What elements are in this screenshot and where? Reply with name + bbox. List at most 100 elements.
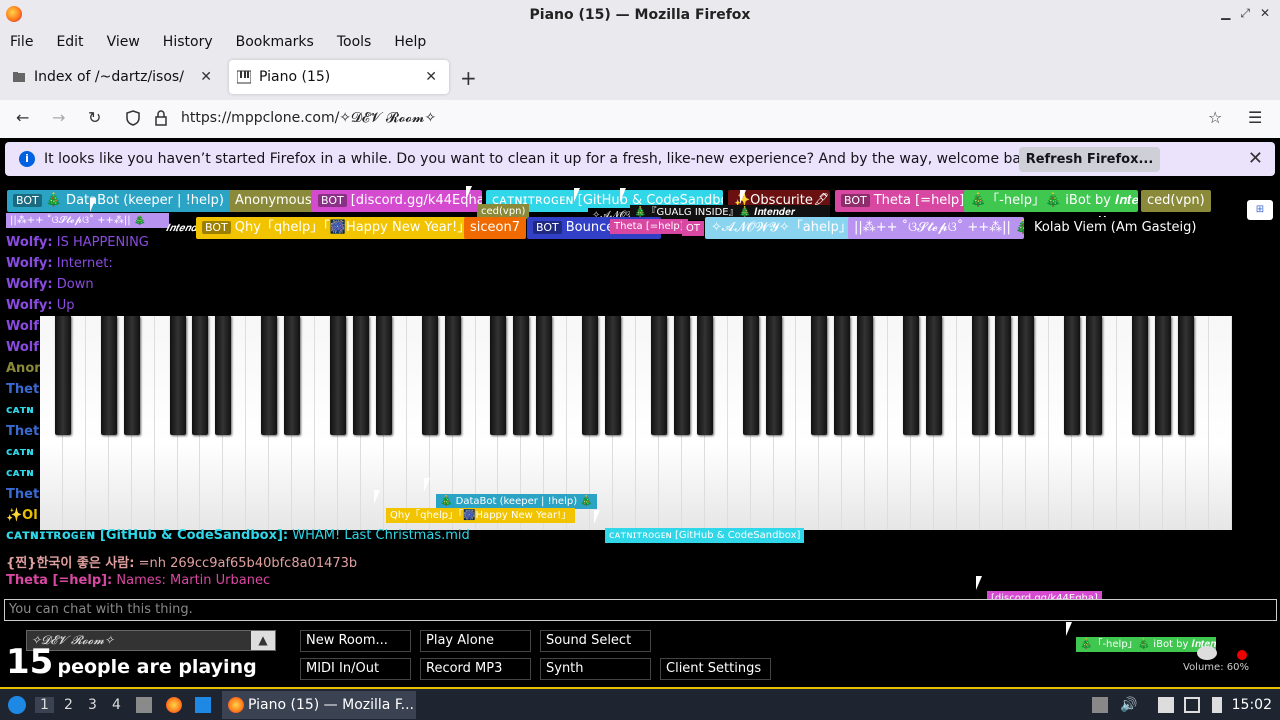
black-key[interactable] xyxy=(1063,316,1080,435)
client-settings-button[interactable]: Client Settings xyxy=(660,658,771,680)
black-key[interactable] xyxy=(513,316,530,435)
piano-keyboard[interactable] xyxy=(40,316,1232,530)
reload-icon[interactable]: ↻ xyxy=(88,108,101,127)
black-key[interactable] xyxy=(1155,316,1172,435)
bookmark-star-icon[interactable]: ☆ xyxy=(1208,108,1222,127)
forward-arrow-icon[interactable]: → xyxy=(52,108,65,127)
shield-icon[interactable] xyxy=(126,110,140,130)
black-key[interactable] xyxy=(926,316,942,435)
black-key[interactable] xyxy=(215,316,232,435)
tab-piano[interactable]: Piano (15) ✕ xyxy=(229,60,449,94)
midi-in-out-button[interactable]: MIDI In/Out xyxy=(300,658,411,680)
display-tray-icon[interactable] xyxy=(1184,697,1200,713)
new-room-button[interactable]: New Room... xyxy=(300,630,411,652)
firefox-launcher-icon[interactable] xyxy=(166,697,182,713)
tray-up-icon[interactable] xyxy=(1092,697,1108,713)
keyboard-toggle-icon[interactable]: ⊞ xyxy=(1247,200,1273,220)
black-key[interactable] xyxy=(330,316,346,435)
menu-file[interactable]: File xyxy=(10,34,33,50)
workspace-4[interactable]: 4 xyxy=(112,697,121,713)
user-tag[interactable]: BOT [discord.gg/k44Eqha] xyxy=(312,190,482,212)
workspace-2[interactable]: 2 xyxy=(64,697,73,713)
synth-button[interactable]: Synth xyxy=(540,658,651,680)
black-key[interactable] xyxy=(421,316,438,435)
user-tag[interactable]: Kolab Viem (Am Gasteig) xyxy=(1028,217,1203,239)
lock-icon[interactable] xyxy=(154,110,168,130)
menu-edit[interactable]: Edit xyxy=(56,34,83,50)
menu-bookmarks[interactable]: Bookmarks xyxy=(236,34,314,50)
tab-label: Index of /~dartz/isos/ xyxy=(34,69,184,85)
black-key[interactable] xyxy=(582,316,599,435)
black-key[interactable] xyxy=(375,316,392,435)
black-key[interactable] xyxy=(123,316,140,435)
tab-index-isos[interactable]: Index of /~dartz/isos/ ✕ xyxy=(0,60,224,94)
user-tag[interactable]: ced(vpn) xyxy=(1141,190,1211,212)
clipboard-tray-icon[interactable] xyxy=(1158,697,1174,713)
menu-tools[interactable]: Tools xyxy=(337,34,372,50)
minimize-icon[interactable]: ▁ xyxy=(1221,6,1230,21)
new-tab-plus-icon[interactable]: + xyxy=(460,66,477,90)
close-tab-icon[interactable]: ✕ xyxy=(425,69,437,85)
user-tag[interactable]: BOT Theta [=help] xyxy=(835,190,971,212)
black-key[interactable] xyxy=(811,316,828,435)
terminal-icon[interactable] xyxy=(195,697,211,713)
black-key[interactable] xyxy=(742,316,759,435)
user-tag[interactable]: 🎄「-help」🎄 iBot by 𝑰𝒏𝒕𝒆𝒏𝒅𝒆𝒓 xyxy=(964,190,1138,212)
black-key[interactable] xyxy=(352,316,369,435)
close-notification-icon[interactable]: ✕ xyxy=(1248,148,1263,169)
taskbar-window-firefox[interactable]: Piano (15) — Mozilla F... xyxy=(222,691,416,719)
black-key[interactable] xyxy=(971,316,988,435)
black-key[interactable] xyxy=(192,316,209,435)
black-key[interactable] xyxy=(696,316,713,435)
black-key[interactable] xyxy=(650,316,667,435)
user-tag[interactable]: BOT 🎄 DataBot (keeper | !help) 🎄 xyxy=(7,190,251,212)
black-key[interactable] xyxy=(857,316,874,435)
user-tag[interactable]: Anonymous xyxy=(229,190,318,212)
black-key[interactable] xyxy=(994,316,1011,435)
black-key[interactable] xyxy=(605,316,622,435)
user-tag[interactable]: ✧𝓐𝓝𝓞𝓦𝓨✧「ahelp」 xyxy=(705,217,858,239)
cursor-pointer-icon xyxy=(1066,622,1078,636)
black-key[interactable] xyxy=(444,316,461,435)
black-key[interactable] xyxy=(903,316,920,435)
black-key[interactable] xyxy=(1086,316,1103,435)
black-key[interactable] xyxy=(490,316,507,435)
volume-knob-icon[interactable] xyxy=(1197,646,1217,660)
sound-select-button[interactable]: Sound Select xyxy=(540,630,651,652)
workspace-3[interactable]: 3 xyxy=(88,697,97,713)
record-mp3-button[interactable]: Record MP3 xyxy=(420,658,531,680)
user-tag[interactable]: ||⁂++ ˚ଓ𝓢𝓽𝓮𝓹ଓ˚ ++⁂|| 🎄 xyxy=(848,217,1024,239)
menu-help[interactable]: Help xyxy=(394,34,426,50)
play-alone-button[interactable]: Play Alone xyxy=(420,630,531,652)
file-manager-icon[interactable] xyxy=(136,697,152,713)
workspace-1[interactable]: 1 xyxy=(35,697,54,713)
black-key[interactable] xyxy=(1178,316,1195,435)
black-key[interactable] xyxy=(261,316,278,435)
back-arrow-icon[interactable]: ← xyxy=(16,108,29,127)
close-window-icon[interactable]: ✕ xyxy=(1260,6,1270,21)
hamburger-menu-icon[interactable]: ☰ xyxy=(1248,108,1262,127)
volume-tray-icon[interactable]: 🔊 xyxy=(1120,697,1137,713)
black-key[interactable] xyxy=(673,316,690,435)
black-key[interactable] xyxy=(834,316,851,435)
menu-history[interactable]: History xyxy=(163,34,213,50)
black-key[interactable] xyxy=(1132,316,1149,435)
white-key[interactable] xyxy=(1209,316,1232,530)
user-tag[interactable]: siceon7 xyxy=(464,217,526,239)
battery-tray-icon[interactable] xyxy=(1212,697,1222,713)
black-key[interactable] xyxy=(54,316,71,435)
menu-view[interactable]: View xyxy=(107,34,140,50)
url-bar[interactable]: https://mppclone.com/✧𝓓𝓔𝓥 𝓡𝓸𝓸𝓶✧ xyxy=(181,110,436,126)
refresh-firefox-button[interactable]: Refresh Firefox... xyxy=(1019,147,1160,172)
maximize-icon[interactable]: ⤢ xyxy=(1240,6,1250,21)
black-key[interactable] xyxy=(100,316,117,435)
chat-input[interactable]: You can chat with this thing. xyxy=(4,599,1277,621)
black-key[interactable] xyxy=(284,316,301,435)
close-tab-icon[interactable]: ✕ xyxy=(200,69,212,85)
black-key[interactable] xyxy=(169,316,186,435)
black-key[interactable] xyxy=(765,316,782,435)
black-key[interactable] xyxy=(536,316,553,435)
user-tag[interactable]: BOT Qhy「qhelp」「🎆Happy New Year!」 xyxy=(196,217,477,239)
start-menu-icon[interactable] xyxy=(8,696,26,714)
black-key[interactable] xyxy=(1017,316,1034,435)
